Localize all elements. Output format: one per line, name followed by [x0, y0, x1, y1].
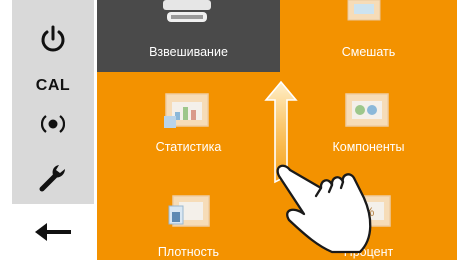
tile-label: Смешать [341, 45, 396, 59]
tile-label: Плотность [157, 245, 220, 259]
tile-weighing[interactable]: Взвешивание [97, 0, 280, 72]
arrow-left-icon [35, 223, 71, 241]
screen: CAL Взвешивание Смешать Статистика Компо… [0, 0, 457, 260]
tile-mix[interactable]: Смешать [280, 0, 457, 72]
target-button[interactable] [12, 104, 94, 144]
power-button[interactable] [12, 14, 94, 64]
cal-label: CAL [35, 77, 71, 94]
power-icon [41, 25, 65, 52]
tile-label: Процент [343, 245, 394, 259]
service-button[interactable] [12, 152, 94, 202]
target-icon [41, 115, 65, 133]
tile-percent[interactable]: % Процент [280, 188, 457, 260]
components-icon [345, 93, 389, 127]
mix-icon [347, 0, 381, 21]
menu-grid: Взвешивание Смешать Статистика Компонент… [97, 0, 457, 260]
scale-icon [163, 0, 211, 22]
percent-icon: % [347, 195, 391, 227]
density-icon [168, 195, 210, 227]
svg-text:%: % [364, 205, 375, 219]
tile-density[interactable]: Плотность [97, 188, 280, 260]
cal-button[interactable]: CAL [12, 64, 94, 108]
statistics-icon [164, 93, 209, 128]
tile-label: Взвешивание [149, 45, 228, 59]
back-button[interactable] [12, 204, 94, 260]
tile-components[interactable]: Компоненты [280, 90, 457, 162]
tile-label: Статистика [155, 140, 222, 154]
sidebar: CAL [12, 0, 94, 260]
tile-statistics[interactable]: Статистика [97, 90, 280, 162]
wrench-icon [39, 165, 65, 192]
tile-label: Компоненты [332, 140, 405, 154]
